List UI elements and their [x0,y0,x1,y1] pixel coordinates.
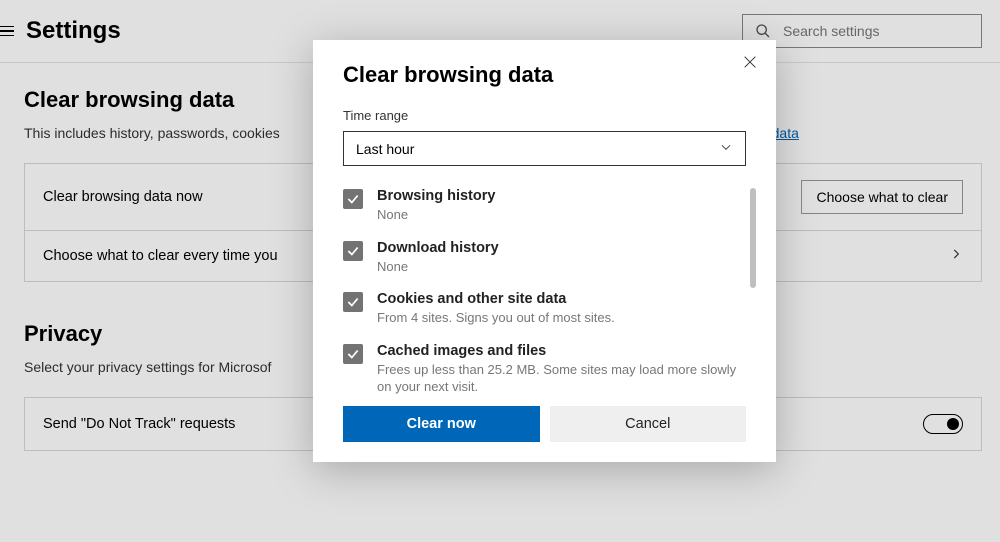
option-text: Browsing history None [377,188,746,224]
clear-browsing-data-dialog: Clear browsing data Time range Last hour… [313,40,776,462]
checkbox[interactable] [343,189,363,209]
dialog-actions: Clear now Cancel [343,406,746,442]
option-desc: From 4 sites. Signs you out of most site… [377,309,746,327]
option-desc: None [377,206,746,224]
time-range-value: Last hour [356,141,414,157]
option-text: Download history None [377,240,746,276]
checkbox[interactable] [343,241,363,261]
options-list: Browsing history None Download history N… [343,188,746,396]
option-browsing-history[interactable]: Browsing history None [343,188,746,224]
check-icon [346,244,360,258]
chevron-down-icon [719,140,733,157]
checkbox[interactable] [343,292,363,312]
check-icon [346,347,360,361]
checkbox[interactable] [343,344,363,364]
close-icon [742,54,758,70]
option-cookies[interactable]: Cookies and other site data From 4 sites… [343,291,746,327]
option-text: Cached images and files Frees up less th… [377,343,746,396]
option-text: Cookies and other site data From 4 sites… [377,291,746,327]
option-label: Cached images and files [377,343,746,359]
option-label: Browsing history [377,188,746,204]
time-range-label: Time range [343,108,746,123]
dialog-title: Clear browsing data [343,62,746,88]
cancel-button[interactable]: Cancel [550,406,747,442]
option-download-history[interactable]: Download history None [343,240,746,276]
time-range-select[interactable]: Last hour [343,131,746,166]
option-cached[interactable]: Cached images and files Frees up less th… [343,343,746,396]
option-desc: None [377,258,746,276]
clear-now-button[interactable]: Clear now [343,406,540,442]
check-icon [346,192,360,206]
option-desc: Frees up less than 25.2 MB. Some sites m… [377,361,746,396]
option-label: Cookies and other site data [377,291,746,307]
close-button[interactable] [742,54,758,75]
check-icon [346,295,360,309]
option-label: Download history [377,240,746,256]
scrollbar[interactable] [750,188,756,288]
